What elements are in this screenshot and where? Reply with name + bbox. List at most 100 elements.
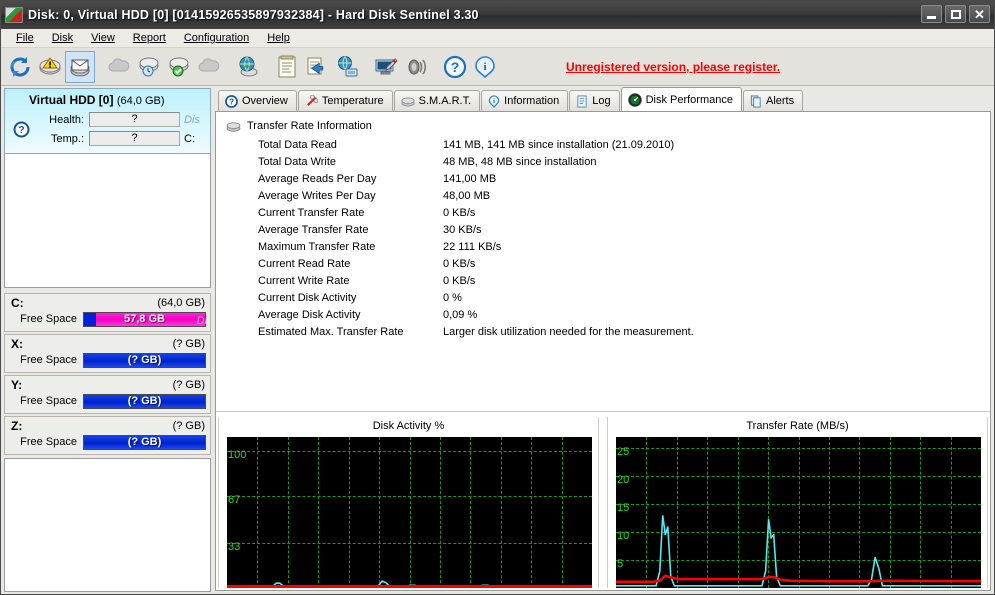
info-row: Average Disk Activity 0,09 % [258, 306, 982, 323]
refresh-icon[interactable] [5, 51, 35, 83]
disk-summary-card[interactable]: Virtual HDD [0] (64,0 GB) ? Health: ? Di… [4, 88, 211, 154]
menu-item-disk[interactable]: Disk [43, 31, 82, 45]
info-row: Current Read Rate 0 KB/s [258, 255, 982, 272]
drive-item-c[interactable]: C: (64,0 GB) Free Space 57,8 GB Di [4, 292, 211, 332]
sound-icon[interactable] [401, 51, 431, 83]
title-bar: Disk: 0, Virtual HDD [0] [01415926535897… [1, 1, 994, 29]
tab-disk-performance-label: Disk Performance [645, 93, 733, 106]
svg-text:?: ? [229, 96, 234, 106]
menu-item-view[interactable]: View [82, 31, 124, 45]
info-icon: i [488, 94, 500, 108]
svg-text:?: ? [18, 125, 24, 136]
menu-item-report[interactable]: Report [124, 31, 175, 45]
help-icon[interactable]: ? [440, 51, 470, 83]
drive-free-text-z: (? GB) [127, 436, 162, 448]
menu-item-help[interactable]: Help [258, 31, 299, 45]
drive-free-label-y: Free Space [20, 395, 77, 407]
registration-notice[interactable]: Unregistered version, please register. [566, 60, 780, 74]
pages-icon [750, 94, 761, 108]
info-row-label: Average Transfer Rate [258, 223, 369, 236]
menu-item-help-label: Help [267, 32, 290, 44]
tab-log[interactable]: Log [569, 90, 620, 111]
info-row-value: 48,00 MB [443, 189, 491, 202]
tab-smart-label: S.M.A.R.T. [418, 95, 472, 107]
info-row: Total Data Write 48 MB, 48 MB since insta… [258, 153, 982, 170]
tab-panel-disk-performance: Transfer Rate Information Total Data Rea… [215, 111, 991, 591]
health-label: Health: [49, 113, 84, 126]
disk-clock-icon[interactable] [134, 51, 164, 83]
tab-information[interactable]: i Information [481, 90, 569, 111]
tab-overview[interactable]: ? Overview [218, 90, 297, 111]
svg-text:?: ? [451, 59, 460, 75]
chart-series-layer [227, 437, 592, 588]
menu-item-report-label: Report [132, 32, 166, 44]
report-icon[interactable] [272, 51, 302, 83]
maximize-button[interactable] [945, 5, 966, 23]
tab-temperature[interactable]: Temperature [297, 90, 393, 111]
info-row-label: Average Disk Activity [258, 308, 361, 321]
globe-disk-icon[interactable] [233, 51, 263, 83]
drive-capacity-x: (? GB) [172, 337, 205, 350]
drive-capacity-c: (64,0 GB) [157, 296, 205, 309]
drive-free-text-y: (? GB) [127, 395, 162, 407]
transfer-rate-chart-pane: Transfer Rate (MB/s) 25 20 15 10 5 [607, 417, 988, 588]
gauge-icon [627, 92, 642, 107]
info-row-value: 48 MB, 48 MB since installation [443, 155, 597, 168]
cloud-disk-icon [104, 51, 134, 83]
menu-item-disk-label: Disk [51, 32, 74, 44]
info-row: Current Disk Activity 0 % [258, 289, 982, 306]
info-row-label: Current Transfer Rate [258, 206, 365, 219]
drive-letter-x: X: [11, 336, 23, 351]
minimize-button[interactable] [921, 5, 942, 23]
content-area: Virtual HDD [0] (64,0 GB) ? Health: ? Di… [1, 86, 994, 594]
baseline-marker [227, 585, 592, 588]
drive-item-z[interactable]: Z: (? GB) Free Space (? GB) [4, 415, 211, 455]
monitor-edit-icon[interactable] [371, 51, 401, 83]
disk-activity-chart-title: Disk Activity % [372, 420, 445, 432]
menu-item-configuration[interactable]: Configuration [175, 31, 258, 45]
info-row-value: 30 KB/s [443, 223, 482, 236]
send-report-icon[interactable] [302, 51, 332, 83]
transfer-rate-chart-title: Transfer Rate (MB/s) [746, 420, 849, 432]
info-row: Current Transfer Rate 0 KB/s [258, 204, 982, 221]
info-row-value: 0 KB/s [443, 274, 476, 287]
disk-activity-chart-pane: Disk Activity % 100 67 33 [218, 417, 599, 588]
warning-disk-icon[interactable] [35, 51, 65, 83]
network-globe-icon[interactable] [332, 51, 362, 83]
health-row: Health: ? Dis [33, 110, 206, 129]
disk-mail-icon[interactable] [65, 50, 95, 83]
drive-letter-y: Y: [11, 377, 23, 392]
close-button[interactable]: ✕ [969, 5, 990, 23]
question-circle-icon: ? [225, 94, 238, 108]
info-row-value: 141,00 MB [443, 172, 497, 185]
disk-grey-icon [226, 121, 241, 132]
tab-alerts[interactable]: Alerts [742, 90, 804, 111]
tab-information-label: Information [504, 95, 560, 107]
drive-free-label-x: Free Space [20, 354, 77, 366]
transfer-rate-section-header: Transfer Rate Information [224, 120, 982, 132]
drive-free-bar-y: (? GB) [83, 393, 206, 409]
tab-smart[interactable]: S.M.A.R.T. [393, 90, 481, 111]
drive-ghost-c: Di [196, 314, 207, 327]
tab-disk-performance[interactable]: Disk Performance [620, 87, 742, 111]
info-icon[interactable]: i [470, 51, 500, 83]
temperature-unit: C: [184, 132, 195, 145]
info-row-value: Larger disk utilization needed for the m… [443, 325, 694, 338]
thermometer-icon [306, 94, 318, 106]
question-mark-icon[interactable]: ? [9, 121, 33, 138]
info-row-value: 141 MB, 141 MB since installation (21.09… [443, 138, 675, 151]
sidebar-empty-panel [4, 154, 211, 288]
app-icon [5, 7, 23, 23]
info-row-label: Average Writes Per Day [258, 189, 376, 202]
disk-check-icon[interactable] [164, 51, 194, 83]
series-line [616, 515, 981, 586]
info-row: Estimated Max. Transfer Rate Larger disk … [258, 323, 982, 340]
drive-item-x[interactable]: X: (? GB) Free Space (? GB) [4, 333, 211, 373]
drive-item-y[interactable]: Y: (? GB) Free Space (? GB) [4, 374, 211, 414]
menu-item-file[interactable]: File [7, 31, 43, 45]
info-row: Average Reads Per Day 141,00 MB [258, 170, 982, 187]
info-row-value: 0 KB/s [443, 206, 476, 219]
main-panel: ? Overview Temperature S.M.A.R.T. i Info… [213, 86, 994, 594]
info-row-label: Total Data Read [258, 138, 337, 151]
info-row-label: Average Reads Per Day [258, 172, 377, 185]
